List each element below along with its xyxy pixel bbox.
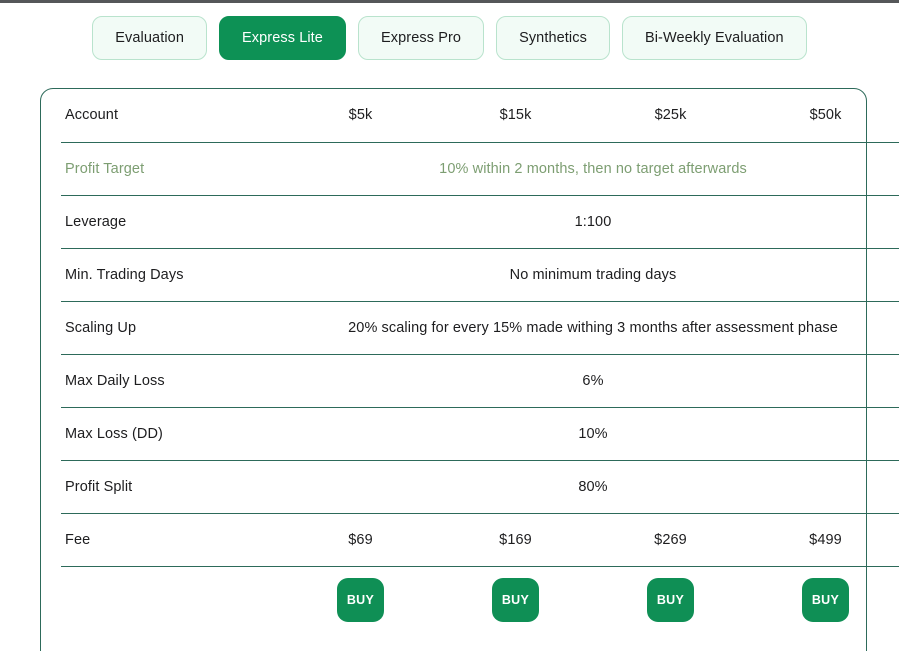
cell-value-spanned: 10% within 2 months, then no target afte… xyxy=(283,142,899,195)
buy-cell: BUY xyxy=(593,566,748,634)
row-label-account: Account xyxy=(61,89,283,142)
cell-value-spanned: 6% xyxy=(283,354,899,407)
buy-button-5k[interactable]: BUY xyxy=(337,578,384,622)
row-label-scaling-up: Scaling Up xyxy=(61,301,283,354)
buy-button-wrapper: BUY xyxy=(593,578,748,622)
row-label-profit-split: Profit Split xyxy=(61,460,283,513)
row-label-profit-target: Profit Target xyxy=(61,142,283,195)
cell-value: $15k xyxy=(438,89,593,142)
buy-row-label-spacer xyxy=(61,566,283,634)
buy-button-wrapper: BUY xyxy=(438,578,593,622)
table-row: Min. Trading DaysNo minimum trading days xyxy=(61,248,899,301)
buy-cell: BUY xyxy=(438,566,593,634)
cell-value-spanned: 10% xyxy=(283,407,899,460)
tab-bi-weekly-evaluation[interactable]: Bi-Weekly Evaluation xyxy=(622,16,807,60)
buy-button-wrapper: BUY xyxy=(748,578,899,622)
plan-tab-bar: Evaluation Express Lite Express Pro Synthet… xyxy=(0,16,899,60)
buy-button-50k[interactable]: BUY xyxy=(802,578,849,622)
cell-value: $169 xyxy=(438,513,593,566)
cell-value: $5k xyxy=(283,89,438,142)
buy-cell: BUY xyxy=(283,566,438,634)
table-row: Fee$69$169$269$499 xyxy=(61,513,899,566)
row-label-leverage: Leverage xyxy=(61,195,283,248)
cell-value: $69 xyxy=(283,513,438,566)
buy-cell: BUY xyxy=(748,566,899,634)
row-label-min-trading-days: Min. Trading Days xyxy=(61,248,283,301)
cell-value: $25k xyxy=(593,89,748,142)
tab-evaluation[interactable]: Evaluation xyxy=(92,16,207,60)
browser-chrome-strip xyxy=(0,0,899,3)
table-row: Max Loss (DD)10% xyxy=(61,407,899,460)
table-row: Account$5k$15k$25k$50k xyxy=(61,89,899,142)
table-row: Profit Split80% xyxy=(61,460,899,513)
pricing-page: Evaluation Express Lite Express Pro Synthet… xyxy=(0,0,899,651)
buy-button-row: BUY BUY BUY BUY xyxy=(61,566,899,634)
tab-express-pro[interactable]: Express Pro xyxy=(358,16,484,60)
buy-button-25k[interactable]: BUY xyxy=(647,578,694,622)
tab-synthetics[interactable]: Synthetics xyxy=(496,16,610,60)
buy-button-15k[interactable]: BUY xyxy=(492,578,539,622)
table-row: Max Daily Loss6% xyxy=(61,354,899,407)
cell-value: $269 xyxy=(593,513,748,566)
pricing-card: Account$5k$15k$25k$50kProfit Target10% w… xyxy=(40,88,867,651)
cell-value: $499 xyxy=(748,513,899,566)
pricing-table: Account$5k$15k$25k$50kProfit Target10% w… xyxy=(61,89,899,634)
pricing-table-body: Account$5k$15k$25k$50kProfit Target10% w… xyxy=(61,89,899,634)
table-row: Leverage1:100 xyxy=(61,195,899,248)
cell-value: $50k xyxy=(748,89,899,142)
table-row: Scaling Up20% scaling for every 15% made… xyxy=(61,301,899,354)
table-row: Profit Target10% within 2 months, then n… xyxy=(61,142,899,195)
cell-value-spanned: No minimum trading days xyxy=(283,248,899,301)
buy-button-wrapper: BUY xyxy=(283,578,438,622)
row-label-max-daily-loss: Max Daily Loss xyxy=(61,354,283,407)
cell-value-spanned: 1:100 xyxy=(283,195,899,248)
row-label-fee: Fee xyxy=(61,513,283,566)
row-label-max-loss-dd: Max Loss (DD) xyxy=(61,407,283,460)
cell-value-spanned: 20% scaling for every 15% made withing 3… xyxy=(283,301,899,354)
tab-express-lite[interactable]: Express Lite xyxy=(219,16,346,60)
cell-value-spanned: 80% xyxy=(283,460,899,513)
